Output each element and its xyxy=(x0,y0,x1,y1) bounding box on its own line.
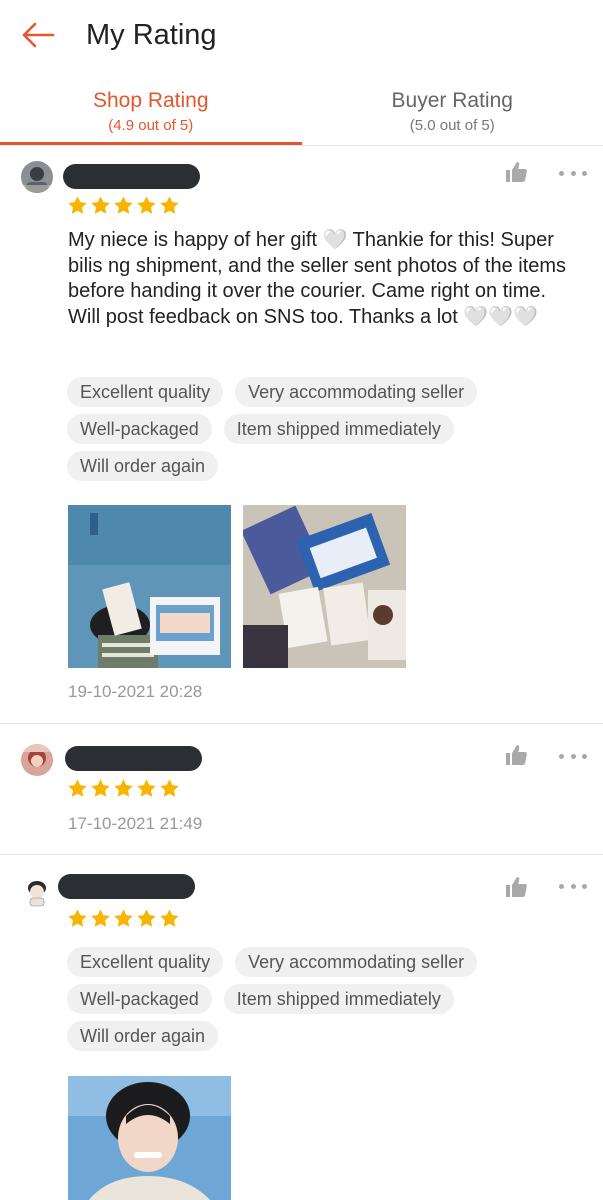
thumbs-up-icon[interactable] xyxy=(504,875,528,899)
avatar[interactable] xyxy=(21,744,53,776)
avatar[interactable] xyxy=(21,161,53,193)
back-arrow-icon[interactable] xyxy=(20,17,56,53)
redacted-username xyxy=(65,746,202,771)
review-tag: Will order again xyxy=(67,451,219,481)
review-tag: Very accommodating seller xyxy=(235,947,478,977)
star-icon xyxy=(159,195,180,216)
review-photo[interactable] xyxy=(68,505,231,668)
review-photos xyxy=(68,1076,231,1200)
review-tag: Item shipped immediately xyxy=(223,984,454,1014)
star-rating xyxy=(67,778,180,799)
star-icon xyxy=(113,908,134,929)
star-icon xyxy=(136,778,157,799)
review-tag: Item shipped immediately xyxy=(223,414,454,444)
thumbs-up-icon[interactable] xyxy=(504,160,528,184)
review-tag: Excellent quality xyxy=(67,947,224,977)
star-icon xyxy=(67,195,88,216)
more-options-icon[interactable] xyxy=(559,881,587,891)
page-title: My Rating xyxy=(86,18,217,51)
review-tag: Well-packaged xyxy=(67,984,212,1014)
active-tab-indicator xyxy=(0,142,302,145)
review-photo[interactable] xyxy=(68,1076,231,1200)
star-rating xyxy=(67,195,180,216)
star-icon xyxy=(159,908,180,929)
tab-score: (5.0 out of 5) xyxy=(409,117,495,134)
tab-label: Shop Rating xyxy=(92,89,209,112)
star-icon xyxy=(136,195,157,216)
more-options-icon[interactable] xyxy=(559,168,587,178)
review-date: 19-10-2021 20:28 xyxy=(68,682,203,701)
review-photo[interactable] xyxy=(243,505,406,668)
review-tag: Excellent quality xyxy=(67,377,224,407)
star-icon xyxy=(67,908,88,929)
star-rating xyxy=(67,908,180,929)
tab-buyer-rating[interactable]: Buyer Rating (5.0 out of 5) xyxy=(302,70,603,145)
review-date: 17-10-2021 21:49 xyxy=(68,814,203,833)
star-icon xyxy=(159,778,180,799)
review-item: 17-10-2021 21:49 xyxy=(0,724,603,855)
app-header: My Rating xyxy=(0,0,603,70)
tab-label: Buyer Rating xyxy=(391,89,513,112)
star-icon xyxy=(90,195,111,216)
review-photos xyxy=(68,505,406,668)
more-options-icon[interactable] xyxy=(559,751,587,761)
review-tag: Will order again xyxy=(67,1021,219,1051)
tab-shop-rating[interactable]: Shop Rating (4.9 out of 5) xyxy=(0,70,302,145)
star-icon xyxy=(67,778,88,799)
thumbs-up-icon[interactable] xyxy=(504,743,528,767)
review-tag: Well-packaged xyxy=(67,414,212,444)
review-tags: Excellent quality Very accommodating sel… xyxy=(67,377,583,481)
redacted-username xyxy=(63,164,200,189)
avatar[interactable] xyxy=(21,875,53,907)
redacted-username xyxy=(58,874,195,899)
review-comment: My niece is happy of her gift 🤍 Thankie … xyxy=(68,229,567,328)
star-icon xyxy=(113,195,134,216)
star-icon xyxy=(113,778,134,799)
star-icon xyxy=(90,778,111,799)
review-item: My niece is happy of her gift 🤍 Thankie … xyxy=(0,146,603,724)
review-item: Excellent quality Very accommodating sel… xyxy=(0,855,603,1200)
tab-score: (4.9 out of 5) xyxy=(108,117,194,134)
star-icon xyxy=(136,908,157,929)
review-tag: Very accommodating seller xyxy=(235,377,478,407)
review-tags: Excellent quality Very accommodating sel… xyxy=(67,947,583,1051)
star-icon xyxy=(90,908,111,929)
rating-tabs: Shop Rating (4.9 out of 5) Buyer Rating … xyxy=(0,70,603,146)
